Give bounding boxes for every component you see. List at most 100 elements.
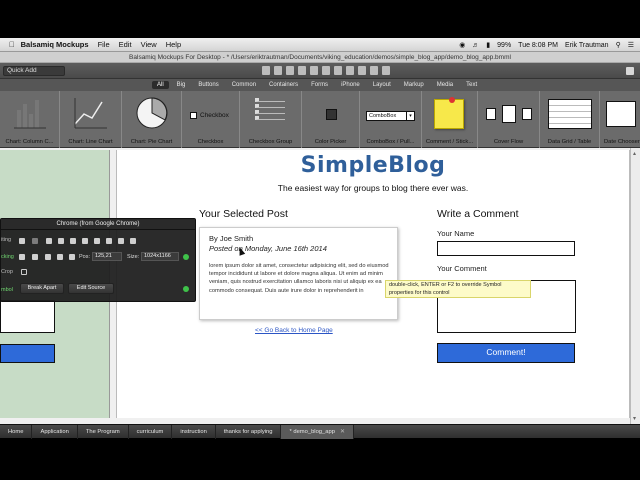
edit-source-button[interactable]: Edit Source <box>68 283 114 294</box>
lock-icon[interactable] <box>370 66 378 75</box>
cover-flow-icon <box>486 105 532 123</box>
mockup-tab[interactable]: Application <box>32 424 78 439</box>
cut-icon[interactable] <box>58 238 64 244</box>
battery-icon[interactable]: ▮ <box>486 41 490 49</box>
library-item-label: ComboBox / Pull... <box>366 139 415 145</box>
wifi-icon[interactable]: ◉ <box>459 41 465 49</box>
tab-buttons[interactable]: Buttons <box>193 81 223 89</box>
delete-icon[interactable] <box>94 238 100 244</box>
menu-edit[interactable]: Edit <box>119 40 132 49</box>
tab-text[interactable]: Text <box>461 81 482 89</box>
blog-tagline: The easiest way for groups to blog there… <box>277 183 469 193</box>
undo-icon[interactable] <box>19 238 25 244</box>
post-card[interactable]: By Joe Smith Posted on Monday, June 16th… <box>199 227 398 320</box>
align-left-icon[interactable] <box>19 254 25 260</box>
mockup-tab[interactable]: The Program <box>78 424 129 439</box>
checkbox-icon <box>190 112 197 119</box>
close-icon[interactable]: ✕ <box>340 429 345 435</box>
mockup-tab[interactable]: curriculum <box>129 424 173 439</box>
library-item-combobox[interactable]: ComboBox ▾ ComboBox / Pull... <box>360 91 422 148</box>
info-icon[interactable] <box>183 286 189 292</box>
pos-input[interactable]: 125,21 <box>92 252 122 261</box>
paste-icon[interactable] <box>310 66 318 75</box>
tab-markup[interactable]: Markup <box>399 81 429 89</box>
lock-aspect-icon[interactable] <box>183 254 189 260</box>
user-name[interactable]: Erik Trautman <box>565 42 609 49</box>
align-right-icon[interactable] <box>45 254 51 260</box>
scroll-down-icon[interactable]: ▾ <box>633 415 636 422</box>
unlock-icon[interactable] <box>382 66 390 75</box>
copy-icon[interactable] <box>286 66 294 75</box>
mock-left-button[interactable] <box>0 344 55 363</box>
combobox-preview-text: ComboBox <box>369 113 397 119</box>
undo-icon[interactable] <box>262 66 270 75</box>
vertical-scrollbar[interactable]: ▴ ▾ <box>630 148 640 424</box>
mock-left-box[interactable] <box>0 300 55 333</box>
name-field[interactable] <box>437 241 575 256</box>
tab-iphone[interactable]: iPhone <box>336 81 365 89</box>
list-icon[interactable]: ☰ <box>628 41 634 49</box>
duplicate-icon[interactable] <box>322 66 330 75</box>
tab-containers[interactable]: Containers <box>264 81 303 89</box>
property-inspector[interactable]: Chrome (from Google Chrome) iting cking … <box>0 218 196 302</box>
battery-percent: 99% <box>497 41 512 49</box>
tab-common[interactable]: Common <box>227 81 261 89</box>
bring-front-icon[interactable] <box>358 66 366 75</box>
group-icon[interactable] <box>334 66 342 75</box>
align-top-icon[interactable] <box>57 254 63 260</box>
post-author: By Joe Smith <box>209 234 254 243</box>
redo-icon[interactable] <box>274 66 282 75</box>
unlock-icon[interactable] <box>130 238 136 244</box>
tab-forms[interactable]: Forms <box>306 81 333 89</box>
library-item-checkbox-group[interactable]: Checkbox Group <box>240 91 302 148</box>
tab-all[interactable]: All <box>152 81 169 89</box>
chevron-down-icon: ▾ <box>406 112 414 120</box>
library-item-comment[interactable]: Comment / Stick... <box>422 91 478 148</box>
crop-icon[interactable] <box>21 269 27 275</box>
library-item-pie-chart[interactable]: Chart: Pie Chart <box>122 91 182 148</box>
menu-file[interactable]: File <box>98 40 110 49</box>
volume-icon[interactable]: ♬ <box>472 42 479 49</box>
redo-icon[interactable] <box>32 238 38 244</box>
scroll-up-icon[interactable]: ▴ <box>633 150 636 157</box>
library-item-data-grid[interactable]: Data Grid / Table <box>540 91 600 148</box>
break-apart-button[interactable]: Break Apart <box>20 283 64 294</box>
tab-big[interactable]: Big <box>172 81 191 89</box>
inspector-title: Chrome (from Google Chrome) <box>1 219 195 230</box>
search-icon[interactable]: ⚲ <box>616 41 621 49</box>
library-item-column-chart[interactable]: Chart: Column C... <box>0 91 60 148</box>
align-bottom-icon[interactable] <box>69 254 75 260</box>
library-item-cover-flow[interactable]: Cover Flow <box>478 91 540 148</box>
lock-icon[interactable] <box>118 238 124 244</box>
library-item-color-picker[interactable]: Color Picker <box>302 91 360 148</box>
library-item-checkbox[interactable]: Checkbox Checkbox <box>182 91 240 148</box>
app-menu[interactable]: Balsamiq Mockups <box>21 40 89 49</box>
back-to-home-link[interactable]: << Go Back to Home Page <box>255 327 333 334</box>
library-item-line-chart[interactable]: Chart: Line Chart <box>60 91 122 148</box>
tab-layout[interactable]: Layout <box>368 81 396 89</box>
align-center-icon[interactable] <box>32 254 38 260</box>
copy-icon[interactable] <box>46 238 52 244</box>
mockup-tab[interactable]: instruction <box>172 424 216 439</box>
column-chart-icon <box>13 100 46 129</box>
mockup-tab[interactable]: thanks for applying <box>216 424 282 439</box>
group-icon[interactable] <box>106 238 112 244</box>
library-item-date-chooser[interactable]: Date Chooser <box>600 91 640 148</box>
menu-view[interactable]: View <box>141 40 157 49</box>
size-input[interactable]: 1024x1166 <box>141 252 179 261</box>
duplicate-icon[interactable] <box>82 238 88 244</box>
fullscreen-icon[interactable] <box>626 67 634 75</box>
locking-label: cking <box>1 254 14 260</box>
tab-media[interactable]: Media <box>432 81 458 89</box>
clock[interactable]: Tue 8:08 PM <box>518 42 558 49</box>
comment-submit-button[interactable]: Comment! <box>437 343 575 363</box>
cut-icon[interactable] <box>298 66 306 75</box>
apple-icon[interactable]:  <box>9 40 15 49</box>
color-swatch-icon <box>326 109 337 120</box>
mockup-tab[interactable]: Home <box>0 424 33 439</box>
paste-icon[interactable] <box>70 238 76 244</box>
mockup-tab-active[interactable]: * demo_blog_app ✕ <box>281 424 354 439</box>
menu-help[interactable]: Help <box>166 40 181 49</box>
quick-add-input[interactable]: Quick Add <box>3 66 65 76</box>
align-icon[interactable] <box>346 66 354 75</box>
